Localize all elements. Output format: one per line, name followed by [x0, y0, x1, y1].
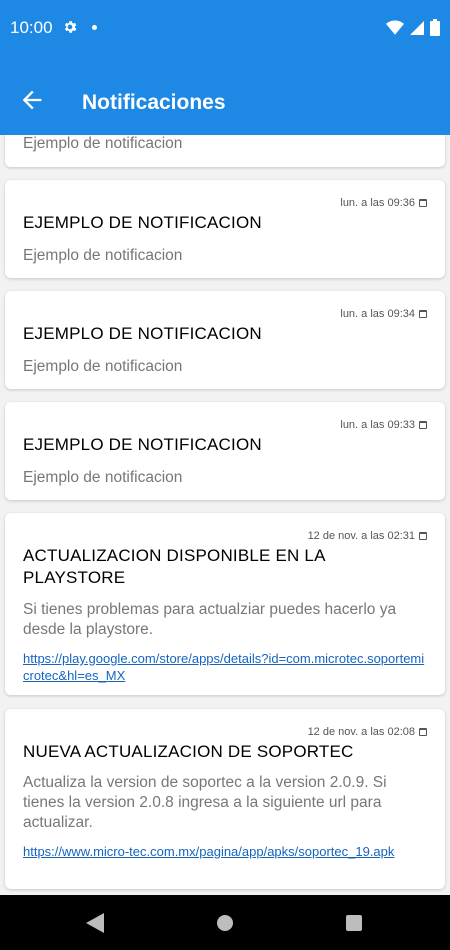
notification-date-text: 12 de nov. a las 02:31: [307, 530, 415, 542]
notification-title: ACTUALIZACION DISPONIBLE EN LA PLAYSTORE: [23, 546, 325, 587]
signal-icon: [410, 20, 424, 35]
notification-link[interactable]: https://play.google.com/store/apps/detai…: [23, 650, 427, 684]
notification-date-text: lun. a las 09:36: [340, 197, 415, 209]
status-time: 10:00: [10, 18, 53, 37]
calendar-icon: [419, 421, 427, 429]
notification-body: Actualiza la version de soportec a la ve…: [23, 774, 387, 831]
battery-icon: [430, 19, 440, 36]
notification-date: lun. a las 09:34: [340, 308, 427, 320]
notification-card[interactable]: 12 de nov. a las 02:08 NUEVA ACTUALIZACI…: [5, 709, 445, 889]
notification-date: 12 de nov. a las 02:08: [308, 726, 427, 738]
notification-date-text: lun. a las 09:33: [340, 419, 415, 431]
notification-title: EJEMPLO DE NOTIFICACION: [23, 324, 262, 343]
notification-card[interactable]: Ejemplo de notificacion: [5, 135, 445, 167]
notification-date: 12 de nov. a las 02:31: [308, 530, 427, 542]
notification-card[interactable]: lun. a las 09:33 EJEMPLO DE NOTIFICACION…: [5, 402, 445, 500]
notification-date-text: 12 de nov. a las 02:08: [307, 726, 415, 738]
nav-recents-icon[interactable]: [346, 915, 362, 931]
notification-card[interactable]: 12 de nov. a las 02:31 ACTUALIZACION DIS…: [5, 513, 445, 695]
notification-card[interactable]: lun. a las 09:36 EJEMPLO DE NOTIFICACION…: [5, 180, 445, 278]
system-nav-bar: [0, 895, 450, 950]
notification-body: Ejemplo de notificacion: [23, 135, 183, 152]
calendar-icon: [419, 310, 427, 318]
notification-title: EJEMPLO DE NOTIFICACION: [23, 213, 262, 232]
notification-date-text: lun. a las 09:34: [340, 308, 415, 320]
notification-list[interactable]: Ejemplo de notificacion lun. a las 09:36…: [0, 135, 450, 895]
notification-body: Ejemplo de notificacion: [23, 358, 183, 375]
settings-gear-icon: [64, 21, 77, 33]
app-bar: Notificaciones: [0, 56, 450, 135]
notification-date: lun. a las 09:33: [340, 419, 427, 431]
wifi-icon: [386, 20, 404, 35]
status-icons: [386, 19, 440, 36]
calendar-icon: [419, 728, 427, 736]
nav-home-icon[interactable]: [217, 915, 233, 931]
notification-card[interactable]: lun. a las 09:34 EJEMPLO DE NOTIFICACION…: [5, 291, 445, 389]
notification-link[interactable]: https://www.micro-tec.com.mx/pagina/app/…: [23, 843, 427, 860]
notification-title: EJEMPLO DE NOTIFICACION: [23, 435, 262, 454]
notification-title: NUEVA ACTUALIZACION DE SOPORTEC: [23, 742, 354, 761]
calendar-icon: [419, 199, 427, 207]
notification-date: lun. a las 09:36: [340, 197, 427, 209]
nav-back-icon[interactable]: [86, 913, 104, 933]
notification-body: Ejemplo de notificacion: [23, 469, 183, 486]
status-bar: 10:00: [0, 0, 450, 56]
notification-body: Ejemplo de notificacion: [23, 247, 183, 264]
back-arrow-icon[interactable]: [18, 86, 46, 114]
notification-body: Si tienes problemas para actualziar pued…: [23, 601, 397, 638]
notification-dot-icon: [92, 25, 97, 30]
page-title: Notificaciones: [82, 91, 226, 114]
calendar-icon: [419, 532, 427, 540]
